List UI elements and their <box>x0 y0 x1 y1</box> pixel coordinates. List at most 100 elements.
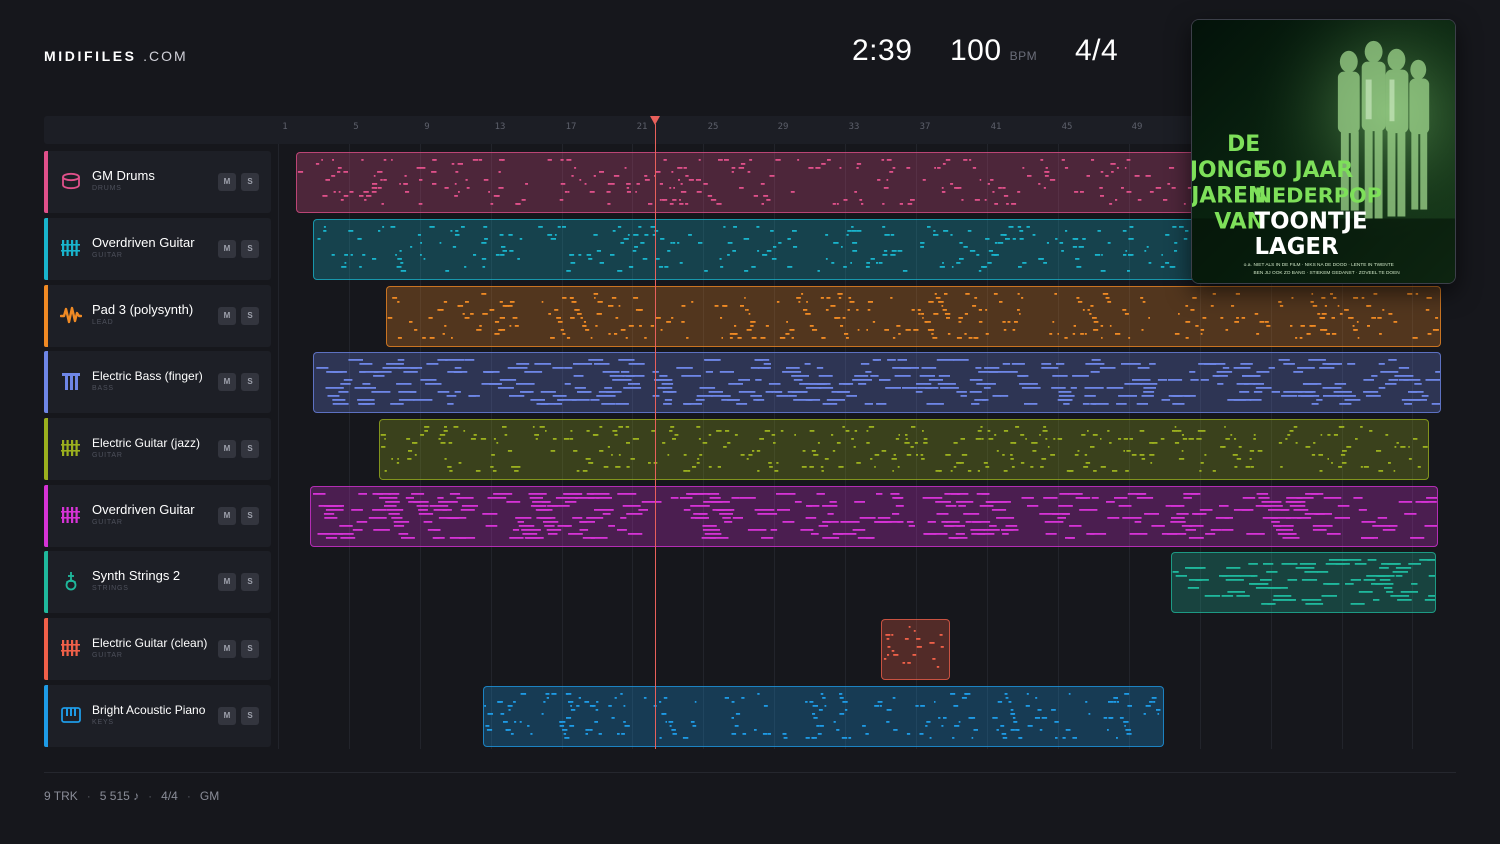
midi-note <box>1379 579 1391 581</box>
midi-note <box>734 434 738 436</box>
midi-note <box>599 171 604 173</box>
track-header-pad-3-polysynth[interactable]: Pad 3 (polysynth) LEAD M S <box>44 285 271 347</box>
midi-note <box>813 454 819 456</box>
midi-note <box>1286 497 1303 499</box>
midi-note <box>566 717 572 719</box>
midi-note <box>431 171 437 173</box>
midi-note <box>1261 501 1282 503</box>
track-header-overdriven-guitar[interactable]: Overdriven Guitar GUITAR M S <box>44 485 271 547</box>
mute-button[interactable]: M <box>218 373 236 391</box>
track-header-electric-guitar-jazz[interactable]: Electric Guitar (jazz) GUITAR M S <box>44 418 271 480</box>
midi-clip[interactable] <box>310 486 1438 547</box>
guitar-grid-icon <box>60 504 82 526</box>
midi-note <box>882 521 901 523</box>
midi-note <box>1039 729 1043 731</box>
midi-note <box>457 163 463 165</box>
midi-note <box>856 167 859 169</box>
mute-button[interactable]: M <box>218 707 236 725</box>
track-header-electric-bass-finger[interactable]: Electric Bass (finger) BASS M S <box>44 351 271 413</box>
midi-note <box>1290 325 1293 327</box>
midi-note <box>532 426 535 428</box>
solo-button[interactable]: S <box>241 440 259 458</box>
solo-button[interactable]: S <box>241 507 259 525</box>
solo-button[interactable]: S <box>241 173 259 191</box>
solo-button[interactable]: S <box>241 707 259 725</box>
midi-note <box>1225 579 1244 581</box>
track-color-stripe <box>44 418 48 480</box>
midi-note <box>555 497 570 499</box>
midi-note <box>372 493 383 495</box>
midi-note <box>624 167 627 169</box>
track-header-overdriven-guitar[interactable]: Overdriven Guitar GUITAR M S <box>44 218 271 280</box>
midi-note <box>325 509 344 511</box>
midi-note <box>483 371 500 373</box>
midi-clip[interactable] <box>313 352 1441 413</box>
solo-button[interactable]: S <box>241 307 259 325</box>
solo-button[interactable]: S <box>241 573 259 591</box>
midi-note <box>842 701 848 703</box>
midi-note <box>437 497 444 499</box>
midi-note <box>1080 191 1084 193</box>
midi-note <box>481 293 487 295</box>
midi-note <box>596 313 602 315</box>
midi-clip[interactable] <box>296 152 1195 213</box>
midi-note <box>554 234 557 236</box>
midi-note <box>590 399 600 401</box>
midi-note <box>451 337 453 339</box>
midi-note <box>692 725 697 727</box>
midi-note <box>499 379 517 381</box>
midi-note <box>1271 521 1280 523</box>
midi-note <box>1432 329 1437 331</box>
midi-note <box>724 697 729 699</box>
midi-clip[interactable] <box>483 686 1164 747</box>
playhead-line[interactable] <box>655 124 656 749</box>
midi-note <box>992 717 998 719</box>
midi-clip[interactable] <box>881 619 950 680</box>
playhead-handle[interactable] <box>650 116 660 125</box>
midi-note <box>883 658 887 660</box>
midi-note <box>1003 195 1009 197</box>
solo-button[interactable]: S <box>241 640 259 658</box>
mute-button[interactable]: M <box>218 440 236 458</box>
track-header-gm-drums[interactable]: GM Drums DRUMS M S <box>44 151 271 213</box>
midi-note <box>919 733 924 735</box>
midi-note <box>920 242 925 244</box>
ruler-bar-number: 25 <box>707 122 719 132</box>
mute-button[interactable]: M <box>218 307 236 325</box>
mute-button[interactable]: M <box>218 573 236 591</box>
midi-note <box>496 442 499 444</box>
midi-note <box>1045 438 1048 440</box>
track-header-electric-guitar-clean[interactable]: Electric Guitar (clean) GUITAR M S <box>44 618 271 680</box>
midi-note <box>1322 387 1342 389</box>
midi-note <box>497 387 514 389</box>
mute-button[interactable]: M <box>218 640 236 658</box>
midi-note <box>1256 371 1270 373</box>
solo-button[interactable]: S <box>241 240 259 258</box>
solo-button[interactable]: S <box>241 373 259 391</box>
midi-clip[interactable] <box>386 286 1441 347</box>
midi-note <box>780 430 784 432</box>
midi-note <box>397 301 400 303</box>
midi-note <box>1063 403 1070 405</box>
midi-note <box>791 391 808 393</box>
midi-note <box>550 337 555 339</box>
midi-note <box>535 438 538 440</box>
midi-note <box>543 521 559 523</box>
guitar-grid-icon <box>60 237 82 259</box>
midi-note <box>590 493 610 495</box>
midi-note <box>1253 434 1256 436</box>
midi-note <box>583 325 587 327</box>
mute-button[interactable]: M <box>218 173 236 191</box>
midi-note <box>1367 559 1377 561</box>
midi-note <box>709 537 729 539</box>
midi-clip[interactable] <box>1171 552 1436 613</box>
mute-button[interactable]: M <box>218 240 236 258</box>
track-header-bright-acoustic-piano[interactable]: Bright Acoustic Piano KEYS M S <box>44 685 271 747</box>
midi-note <box>366 195 372 197</box>
mute-button[interactable]: M <box>218 507 236 525</box>
midi-clip[interactable] <box>379 419 1429 480</box>
midi-note <box>373 175 376 177</box>
track-color-stripe <box>44 551 48 613</box>
track-header-synth-strings-2[interactable]: Synth Strings 2 STRINGS M S <box>44 551 271 613</box>
midi-clip[interactable] <box>313 219 1195 280</box>
